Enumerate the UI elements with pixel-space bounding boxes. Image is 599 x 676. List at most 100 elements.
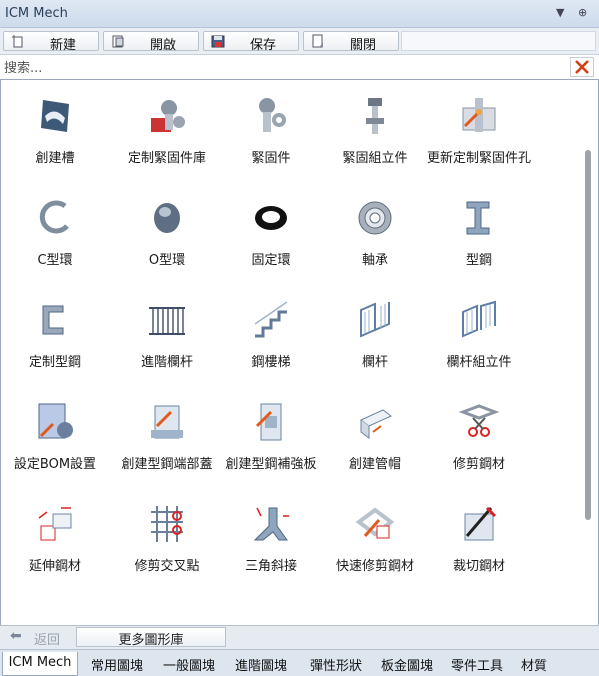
gallery-item[interactable]: 緊固組立件 [323,80,427,176]
tab-sheetmetal-blocks[interactable]: 板金圖塊 [374,652,440,676]
slot-icon [41,100,69,132]
gallery-item[interactable]: 修剪交叉點 [115,488,219,584]
gallery-item-label: 欄杆組立件 [446,355,512,370]
gallery-item[interactable]: 固定環 [219,182,323,278]
toolbar-spacer [401,31,596,51]
quick-trim-steel-icon [355,507,395,539]
gallery-item[interactable]: 軸承 [323,182,427,278]
gallery-item-label: 創建管帽 [348,457,401,472]
clear-search-button[interactable] [570,57,594,77]
gallery-item-label: 更新定制緊固件孔 [427,151,532,166]
tab-flexible-shapes[interactable]: 彈性形狀 [300,652,372,676]
tab-common-blocks[interactable]: 常用圖塊 [84,652,150,676]
gallery-item[interactable]: O型環 [115,182,219,278]
more-libraries-button[interactable]: 更多圖形庫 [76,627,226,648]
gallery-item-label: 三角斜接 [244,559,297,574]
fastener-icon [259,98,286,132]
tab-materials[interactable]: 材質 [512,652,556,676]
gallery-item-label: 定制型鋼 [28,355,81,370]
dropdown-icon[interactable]: ▼ [556,6,564,19]
gallery-item-label: 型鋼 [465,253,492,268]
tab-general-blocks[interactable]: 一般圖塊 [156,652,222,676]
open-icon [112,35,124,48]
gallery-item[interactable]: 型鋼 [427,182,531,278]
search-bar [0,55,599,80]
new-icon [12,35,23,48]
tab-advanced-blocks[interactable]: 進階圖塊 [228,652,294,676]
scrollbar-thumb[interactable] [585,150,591,520]
gallery-item-label: 創建槽 [35,151,75,166]
gallery-item-label: 創建型鋼補強板 [225,457,317,472]
partial-delete-icon [251,606,291,625]
gallery-item[interactable] [115,590,219,625]
steel-stiffener-icon [255,403,282,441]
back-button[interactable]: ⬅ 返回 [6,628,70,648]
gallery-item-label: 裁切鋼材 [452,559,505,574]
gallery-item[interactable]: 鋼樓梯 [219,284,323,380]
gallery-item[interactable]: 修剪鋼材 [427,386,531,482]
miter-joint-icon [253,507,289,541]
save-button-label: 保存 [249,38,276,53]
gallery-item-label: 修剪鋼材 [452,457,505,472]
new-button-label: 新建 [49,38,76,53]
gallery-item-label: 修剪交叉點 [134,559,200,574]
gallery-item[interactable]: 三角斜接 [219,488,323,584]
close-icon [575,60,589,74]
save-icon [211,35,225,48]
gallery-item[interactable]: 快速修剪鋼材 [323,488,427,584]
gallery-item-label: 設定BOM設置 [13,457,97,472]
custom-steel-section-icon [42,305,64,335]
gallery-item[interactable]: 創建型鋼端部蓋 [115,386,219,482]
gallery-nav-bar: ⬅ 返回 更多圖形庫 [0,625,599,649]
gallery-item-label: C型環 [37,253,73,268]
steel-section-icon [466,201,490,235]
gallery-item[interactable] [427,590,531,625]
partial-icon-1 [35,606,75,625]
gallery-item[interactable]: 創建管帽 [323,386,427,482]
custom-fastener-library-icon [151,100,185,132]
partial-icon-4 [355,606,395,625]
title-bar: ICM Mech ▼ ⊕ [0,0,599,28]
gallery-item[interactable]: 裁切鋼材 [427,488,531,584]
search-input[interactable] [2,57,566,79]
gallery-item[interactable]: 欄杆 [323,284,427,380]
cut-steel-icon [464,506,497,541]
open-button-label: 開啟 [149,38,176,53]
back-button-label: 返回 [34,633,61,648]
gallery-item[interactable]: 緊固件 [219,80,323,176]
gallery-item[interactable]: 進階欄杆 [115,284,219,380]
gallery-item-label: 軸承 [361,253,388,268]
gallery-item[interactable]: 定制型鋼 [3,284,107,380]
gallery-item-label: O型環 [148,253,186,268]
vertical-scrollbar[interactable] [581,80,595,625]
gallery-item[interactable]: 更新定制緊固件孔 [427,80,531,176]
gallery-item-label: 緊固件 [251,151,291,166]
gallery-item[interactable]: C型環 [3,182,107,278]
tab-icm-mech[interactable]: ICM Mech [2,652,78,676]
gallery-item[interactable]: 創建型鋼補強板 [219,386,323,482]
pin-icon[interactable]: ⊕ [578,6,587,19]
gallery-item-label: 創建型鋼端部蓋 [121,457,213,472]
gallery-item[interactable]: 延伸鋼材 [3,488,107,584]
open-button[interactable]: 開啟 [103,31,199,53]
steel-end-cap-icon [151,405,183,439]
trim-intersection-icon [151,506,183,542]
gallery-item[interactable]: 定制緊固件庫 [115,80,219,176]
gallery-item[interactable] [219,590,323,625]
save-button[interactable]: 保存 [203,31,299,53]
update-fastener-hole-icon [462,98,496,132]
close-file-button-label: 關閉 [349,38,376,53]
block-gallery: 創建槽 定制緊固件庫 緊固件 緊固組立件 更新定制緊固件孔 C型環 O型環 固定環 軸承 型鋼定制… [0,80,599,625]
gallery-item[interactable]: 欄杆組立件 [427,284,531,380]
window-title: ICM Mech [5,6,68,21]
gallery-item[interactable] [323,590,427,625]
fastener-assembly-icon [366,98,384,134]
close-file-button[interactable]: 關閉 [303,31,399,53]
gallery-item[interactable]: 創建槽 [3,80,107,176]
partial-icon-2 [147,606,187,625]
gallery-item[interactable] [3,590,107,625]
new-button[interactable]: 新建 [3,31,99,53]
gallery-item-label: 延伸鋼材 [28,559,81,574]
gallery-item[interactable]: 設定BOM設置 [3,386,107,482]
tab-part-tools[interactable]: 零件工具 [444,652,510,676]
